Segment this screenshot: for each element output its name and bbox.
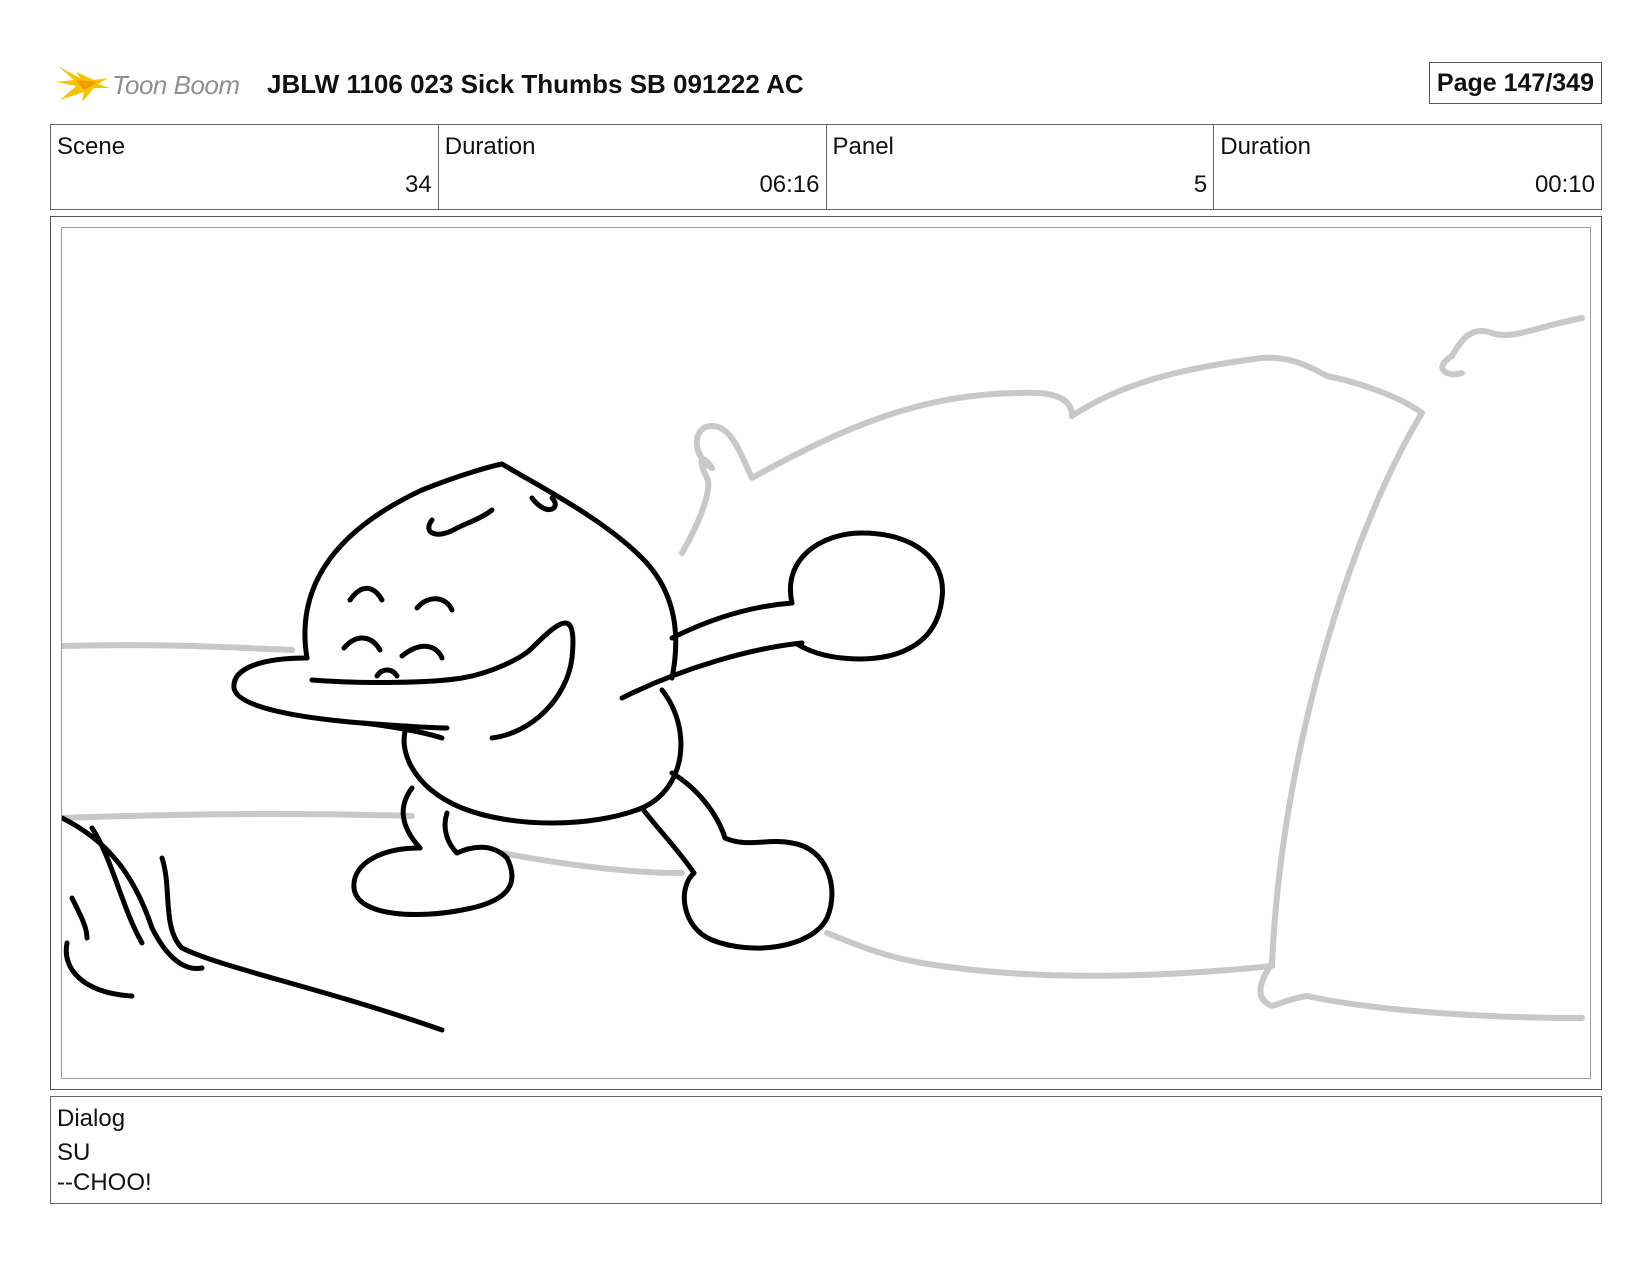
foreground-sketch xyxy=(62,815,445,1033)
storyboard-panel xyxy=(50,216,1602,1090)
panel-sketch xyxy=(62,315,1585,1033)
panel-cell: Panel 5 xyxy=(827,125,1215,209)
dialog-character: SU xyxy=(57,1139,91,1166)
scene-value: 34 xyxy=(405,171,432,198)
panel-duration-label: Duration xyxy=(1220,133,1311,160)
logo-text: Toon Boom xyxy=(112,70,240,100)
scene-duration-cell: Duration 06:16 xyxy=(439,125,827,209)
scene-label: Scene xyxy=(57,133,126,160)
panel-duration-cell: Duration 00:10 xyxy=(1214,125,1601,209)
panel-label: Panel xyxy=(832,133,894,160)
toon-boom-logo: Toon Boom xyxy=(54,58,254,106)
scene-duration-label: Duration xyxy=(444,133,536,160)
dialog-label: Dialog xyxy=(57,1105,126,1132)
character-sketch xyxy=(231,461,945,951)
page-header: Toon Boom JBLW 1106 023 Sick Thumbs SB 0… xyxy=(50,56,1602,110)
dialog-text: --CHOO! xyxy=(57,1169,152,1196)
page-number: Page 147/349 xyxy=(1428,62,1602,104)
panel-info-table: Scene 34 Duration 06:16 Panel 5 Duration… xyxy=(50,124,1602,210)
pillow-sketch xyxy=(499,315,1585,1021)
scene-duration-value: 06:16 xyxy=(759,171,820,198)
dialog-box: Dialog SU --CHOO! xyxy=(50,1096,1602,1204)
panel-value: 5 xyxy=(1193,171,1208,198)
bed-sketch xyxy=(62,642,415,821)
starburst-icon xyxy=(56,66,110,102)
panel-safe-area xyxy=(61,227,1591,1079)
document-title: JBLW 1106 023 Sick Thumbs SB 091222 AC xyxy=(267,69,804,99)
scene-cell: Scene 34 xyxy=(51,125,439,209)
panel-duration-value: 00:10 xyxy=(1534,171,1595,198)
